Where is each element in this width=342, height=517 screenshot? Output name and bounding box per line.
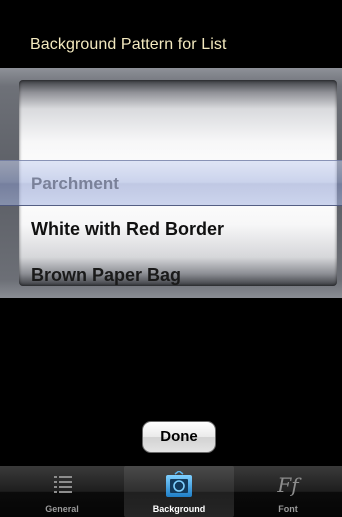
page-title: Background Pattern for List: [30, 36, 227, 53]
tab-font[interactable]: Ff Font: [234, 466, 342, 517]
screen: Background Pattern for List White with R…: [0, 0, 342, 517]
tab-font-label: Font: [278, 504, 298, 514]
tab-background[interactable]: Background: [124, 466, 234, 517]
picker-option-parchment[interactable]: Parchment: [31, 174, 119, 194]
tab-bar: General Background Ff Font: [0, 466, 342, 517]
done-button[interactable]: Done: [142, 421, 216, 453]
picker-option-brown-paper-bag[interactable]: Brown Paper Bag: [31, 265, 181, 286]
font-icon: Ff: [277, 473, 299, 497]
tab-general-label: General: [45, 504, 79, 514]
picture-frame-icon: [124, 470, 234, 499]
picker-option-white-with-red-border[interactable]: White with Red Border: [31, 219, 224, 240]
tab-general[interactable]: General: [0, 466, 124, 517]
list-icon: [0, 471, 124, 499]
tab-background-label: Background: [152, 504, 206, 514]
